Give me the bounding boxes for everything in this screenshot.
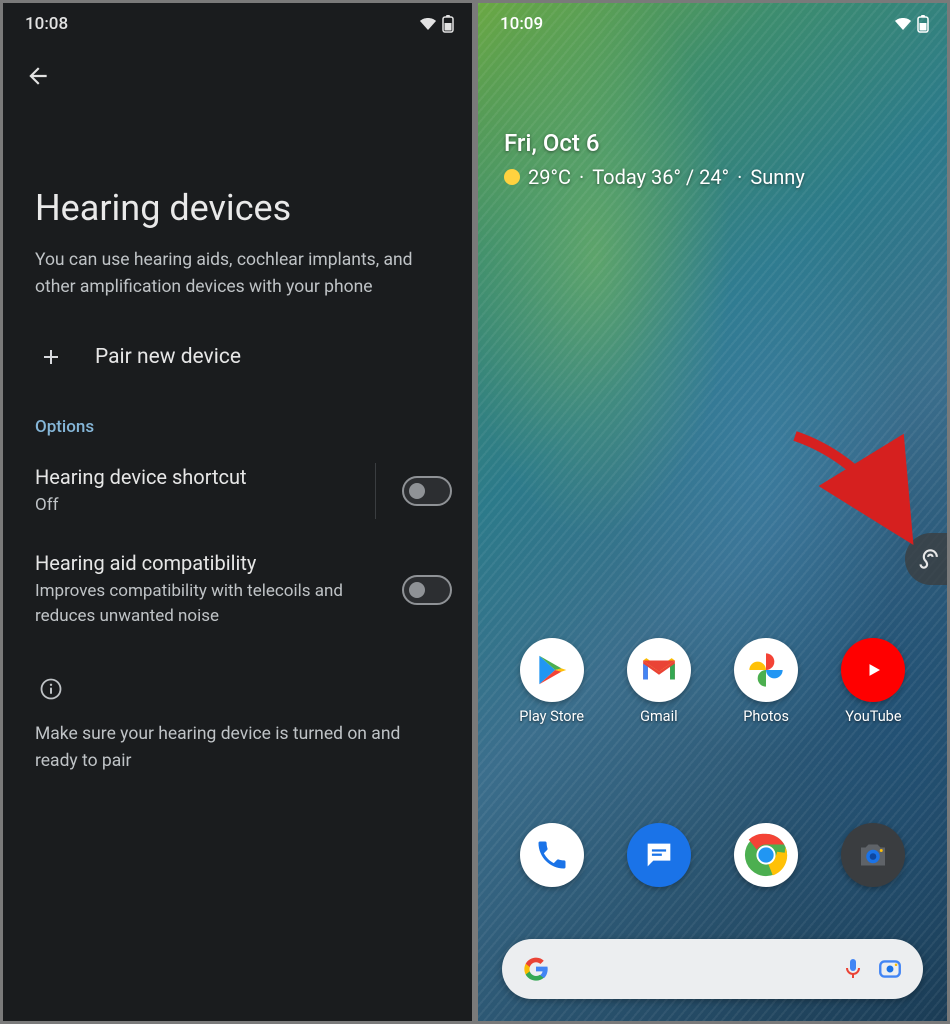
divider xyxy=(375,463,376,519)
gmail-icon xyxy=(627,638,691,702)
search-bar[interactable] xyxy=(502,939,923,999)
mic-icon[interactable] xyxy=(841,957,865,981)
hearing-aid-compatibility-sub: Improves compatibility with telecoils an… xyxy=(35,579,390,628)
pair-new-device-button[interactable]: Pair new device xyxy=(3,327,472,389)
app-messages[interactable] xyxy=(609,823,709,887)
phone-icon xyxy=(520,823,584,887)
widget-forecast: Today 36° / 24° xyxy=(592,165,729,189)
status-icons xyxy=(893,15,929,33)
app-camera[interactable] xyxy=(823,823,923,887)
widget-condition: Sunny xyxy=(750,165,804,189)
status-time: 10:09 xyxy=(500,14,543,34)
app-label: YouTube xyxy=(845,708,901,725)
hearing-device-shortcut-row[interactable]: Hearing device shortcut Off xyxy=(3,447,472,535)
sun-icon xyxy=(504,169,520,185)
app-label: Photos xyxy=(743,708,789,725)
play-store-icon xyxy=(520,638,584,702)
app-label: Play Store xyxy=(519,708,584,725)
hearing-device-shortcut-toggle[interactable] xyxy=(402,476,452,506)
home-screen: 10:09 Fri, Oct 6 29°C · Today 36° / 24° … xyxy=(478,3,947,1021)
hearing-aid-compatibility-toggle[interactable] xyxy=(402,575,452,605)
status-bar: 10:09 xyxy=(478,3,947,43)
ear-icon xyxy=(913,546,939,572)
app-youtube[interactable]: YouTube xyxy=(823,638,923,725)
annotation-arrow xyxy=(785,428,915,548)
hearing-device-shortcut-sub: Off xyxy=(35,493,363,518)
wifi-icon xyxy=(893,16,913,32)
apps-row: Play Store Gmail Photos YouTube xyxy=(478,638,947,725)
widget-date: Fri, Oct 6 xyxy=(504,129,925,157)
back-button[interactable] xyxy=(3,43,472,99)
messages-icon xyxy=(627,823,691,887)
page-title: Hearing devices xyxy=(3,99,472,247)
status-bar: 10:08 xyxy=(3,3,472,43)
at-a-glance-widget[interactable]: Fri, Oct 6 29°C · Today 36° / 24° · Sunn… xyxy=(478,43,947,189)
widget-temp: 29°C xyxy=(528,165,571,189)
app-photos[interactable]: Photos xyxy=(716,638,816,725)
hearing-aid-compatibility-title: Hearing aid compatibility xyxy=(35,551,390,575)
page-subtitle: You can use hearing aids, cochlear impla… xyxy=(3,247,472,327)
app-phone[interactable] xyxy=(502,823,602,887)
chrome-icon xyxy=(734,823,798,887)
app-play-store[interactable]: Play Store xyxy=(502,638,602,725)
settings-hearing-devices-screen: 10:08 Hearing devices You can use hearin… xyxy=(3,3,472,1021)
plus-icon xyxy=(39,345,63,369)
info-icon xyxy=(3,645,472,701)
dock xyxy=(478,823,947,887)
app-label: Gmail xyxy=(640,708,678,725)
pair-new-device-label: Pair new device xyxy=(95,345,241,369)
youtube-icon xyxy=(841,638,905,702)
widget-weather: 29°C · Today 36° / 24° · Sunny xyxy=(504,165,925,189)
battery-icon xyxy=(917,15,929,33)
wifi-icon xyxy=(418,16,438,32)
lens-icon[interactable] xyxy=(877,956,903,982)
status-icons xyxy=(418,15,454,33)
back-arrow-icon xyxy=(25,63,51,89)
hearing-shortcut-bubble[interactable] xyxy=(905,533,947,585)
camera-icon xyxy=(841,823,905,887)
status-time: 10:08 xyxy=(25,14,68,34)
photos-icon xyxy=(734,638,798,702)
google-g-icon xyxy=(522,955,550,983)
info-text: Make sure your hearing device is turned … xyxy=(3,701,472,775)
hearing-aid-compatibility-row[interactable]: Hearing aid compatibility Improves compa… xyxy=(3,535,472,644)
app-gmail[interactable]: Gmail xyxy=(609,638,709,725)
hearing-device-shortcut-title: Hearing device shortcut xyxy=(35,465,363,489)
options-header: Options xyxy=(3,389,472,447)
battery-icon xyxy=(442,15,454,33)
app-chrome[interactable] xyxy=(716,823,816,887)
